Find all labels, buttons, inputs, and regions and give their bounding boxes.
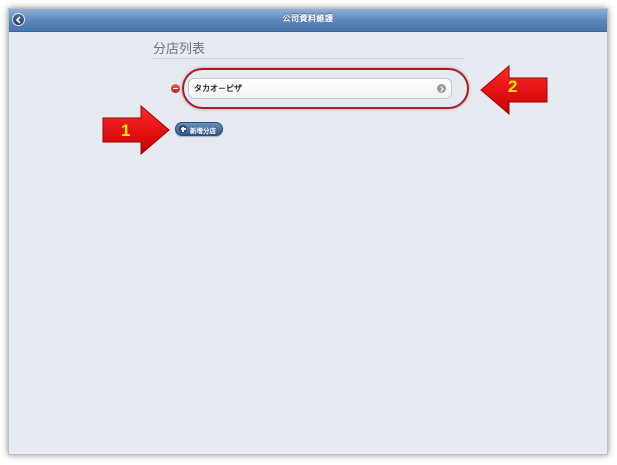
page-title: 公司資料維護: [282, 14, 334, 23]
add-branch-button[interactable]: 新增分店: [175, 122, 223, 136]
callout-number-2: 2: [508, 77, 518, 96]
top-bar: 公司資料維護: [9, 9, 607, 32]
app-window: 公司資料維護 分店列表 タカオ－ピザ 新增分店 1 2: [8, 8, 608, 455]
callout-number-1: 1: [121, 121, 131, 140]
delete-branch-icon[interactable]: [171, 84, 180, 93]
plus-icon: [179, 125, 187, 133]
branch-list-heading: 分店列表: [153, 42, 206, 57]
highlight-ellipse: [182, 68, 469, 109]
add-branch-label: 新增分店: [190, 127, 216, 135]
divider: [153, 58, 464, 59]
callout-arrow-right: [102, 104, 170, 156]
